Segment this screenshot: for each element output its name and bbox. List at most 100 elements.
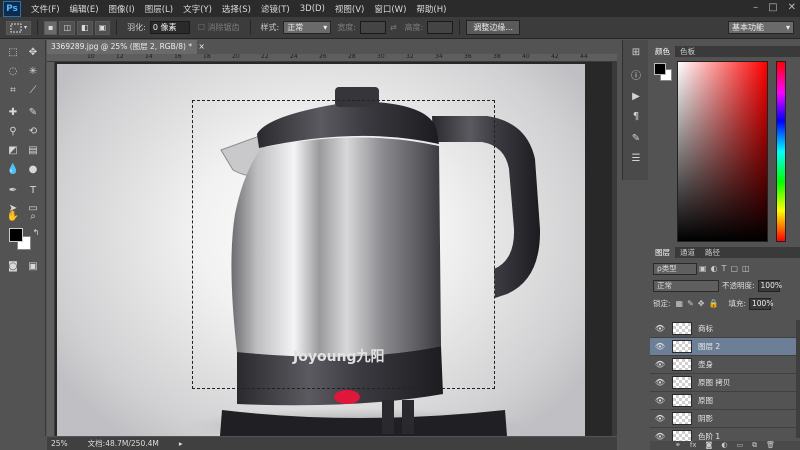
- layer-row[interactable]: 👁 图层 2: [650, 338, 796, 356]
- brush-panel-icon[interactable]: ✎: [629, 132, 643, 144]
- menu-view[interactable]: 视图(V): [330, 3, 369, 15]
- tab-channels[interactable]: 通道: [675, 247, 700, 258]
- tab-paths[interactable]: 路径: [700, 247, 725, 258]
- marquee-tool-icon[interactable]: ⬚: [4, 44, 22, 60]
- antialias-checkbox[interactable]: ☐ 消除锯齿: [198, 22, 240, 33]
- new-layer-icon[interactable]: ⧉: [752, 441, 757, 450]
- properties-panel-icon[interactable]: ⓘ: [629, 68, 643, 82]
- eyedropper-icon[interactable]: ⟋: [24, 82, 42, 98]
- hand-tool-icon[interactable]: ✋: [4, 208, 22, 224]
- layer-row[interactable]: 👁 原图 拷贝: [650, 374, 796, 392]
- vertical-scrollbar[interactable]: [612, 62, 617, 436]
- type-tool-icon[interactable]: T: [24, 182, 42, 198]
- quick-mask-icon[interactable]: ◙: [4, 258, 22, 274]
- selection-marquee[interactable]: [192, 100, 495, 389]
- lock-all-icon[interactable]: 🔒: [709, 299, 719, 308]
- move-tool-icon[interactable]: ✥: [24, 44, 42, 60]
- lock-transparency-icon[interactable]: ▦: [676, 299, 684, 308]
- smart-object-filter-icon[interactable]: ◫: [742, 264, 750, 273]
- layer-name[interactable]: 原图: [698, 395, 713, 406]
- foreground-color-swatch[interactable]: [9, 228, 23, 242]
- hue-slider[interactable]: [776, 61, 786, 242]
- visibility-eye-icon[interactable]: 👁: [653, 396, 667, 405]
- refine-edge-button[interactable]: 调整边缘...: [466, 20, 520, 35]
- paragraph-panel-icon[interactable]: ¶: [629, 110, 643, 122]
- crop-tool-icon[interactable]: ⌗: [4, 82, 22, 98]
- tab-layers[interactable]: 图层: [650, 247, 675, 258]
- gradient-icon[interactable]: ▤: [24, 142, 42, 158]
- feather-input[interactable]: 0 像素: [149, 21, 190, 34]
- menu-3d[interactable]: 3D(D): [295, 4, 330, 14]
- height-input[interactable]: [427, 21, 454, 34]
- menu-type[interactable]: 文字(Y): [178, 3, 217, 15]
- actions-panel-icon[interactable]: ▶: [629, 90, 643, 102]
- workspace-select[interactable]: 基本功能 ▾: [728, 21, 794, 34]
- menu-image[interactable]: 图像(I): [104, 3, 140, 15]
- folder-icon[interactable]: ▭: [736, 441, 743, 450]
- pen-tool-icon[interactable]: ✒: [4, 182, 22, 198]
- maximize-icon[interactable]: □: [768, 2, 777, 13]
- layer-name[interactable]: 原图 拷贝: [698, 377, 730, 388]
- adjustments-panel-icon[interactable]: ☰: [629, 152, 643, 164]
- canvas[interactable]: Joyoung九阳: [57, 64, 585, 436]
- visibility-eye-icon[interactable]: 👁: [653, 378, 667, 387]
- lock-pixels-icon[interactable]: ✎: [687, 299, 694, 308]
- visibility-eye-icon[interactable]: 👁: [653, 414, 667, 423]
- panel-foreground-swatch[interactable]: [654, 63, 666, 75]
- opacity-input[interactable]: 100%: [757, 279, 782, 292]
- visibility-eye-icon[interactable]: 👁: [653, 432, 667, 441]
- layer-thumbnail[interactable]: [672, 394, 692, 407]
- trash-icon[interactable]: 🗑: [766, 441, 775, 450]
- healing-brush-icon[interactable]: ✚: [4, 104, 22, 120]
- tab-color[interactable]: 颜色: [650, 46, 675, 57]
- menu-help[interactable]: 帮助(H): [411, 3, 451, 15]
- subtract-selection-icon[interactable]: ◧: [77, 20, 93, 35]
- new-selection-icon[interactable]: ▪: [44, 20, 58, 35]
- fx-icon[interactable]: fx: [690, 441, 697, 450]
- fill-input[interactable]: 100%: [749, 297, 773, 310]
- menu-filter[interactable]: 滤镜(T): [256, 3, 295, 15]
- history-panel-icon[interactable]: ⊞: [629, 46, 643, 58]
- layer-name[interactable]: 阴影: [698, 413, 713, 424]
- zoom-tool-icon[interactable]: ⌕: [24, 208, 42, 224]
- add-selection-icon[interactable]: ◫: [59, 20, 75, 35]
- shape-filter-icon[interactable]: ▢: [730, 264, 738, 273]
- tool-preset-picker[interactable]: ▾: [6, 20, 32, 35]
- menu-layer[interactable]: 图层(L): [140, 3, 178, 15]
- layer-thumbnail[interactable]: [672, 340, 692, 353]
- screen-mode-icon[interactable]: ▣: [24, 258, 42, 274]
- pixel-filter-icon[interactable]: ▣: [699, 264, 707, 273]
- type-filter-icon[interactable]: T: [722, 264, 727, 273]
- menu-select[interactable]: 选择(S): [217, 3, 256, 15]
- layer-row[interactable]: 👁 原图: [650, 392, 796, 410]
- menu-edit[interactable]: 编辑(E): [65, 3, 104, 15]
- layer-name[interactable]: 图层 2: [698, 341, 720, 352]
- lock-position-icon[interactable]: ✥: [698, 299, 705, 308]
- intersect-selection-icon[interactable]: ▣: [94, 20, 111, 35]
- history-brush-icon[interactable]: ⟲: [24, 123, 42, 139]
- layer-name[interactable]: 壶身: [698, 359, 713, 370]
- brush-tool-icon[interactable]: ✎: [24, 104, 42, 120]
- menu-window[interactable]: 窗口(W): [369, 3, 411, 15]
- layers-scrollbar[interactable]: [796, 320, 800, 438]
- swap-colors-icon[interactable]: ↰: [27, 224, 45, 240]
- layer-thumbnail[interactable]: [672, 412, 692, 425]
- blur-tool-icon[interactable]: 💧: [4, 161, 22, 177]
- close-tab-icon[interactable]: ×: [198, 42, 204, 51]
- blend-mode-select[interactable]: 正常: [653, 279, 719, 292]
- color-saturation-field[interactable]: [677, 61, 768, 242]
- style-select[interactable]: 正常 ▾: [283, 21, 332, 34]
- zoom-level[interactable]: 25%: [51, 437, 68, 450]
- eraser-icon[interactable]: ◩: [4, 142, 22, 158]
- swap-icon[interactable]: ⇄: [390, 23, 397, 32]
- visibility-eye-icon[interactable]: 👁: [653, 324, 667, 333]
- close-icon[interactable]: ✕: [788, 2, 796, 13]
- document-tab[interactable]: 3369289.jpg @ 25% (图层 2, RGB/8) * ×: [47, 40, 205, 54]
- mask-icon[interactable]: ◙: [706, 441, 713, 450]
- layer-name[interactable]: 商标: [698, 323, 713, 334]
- visibility-eye-icon[interactable]: 👁: [653, 360, 667, 369]
- visibility-eye-icon[interactable]: 👁: [653, 342, 667, 351]
- clone-stamp-icon[interactable]: ⚲: [4, 123, 22, 139]
- lasso-tool-icon[interactable]: ◌: [4, 63, 22, 79]
- dodge-tool-icon[interactable]: ●: [24, 161, 42, 177]
